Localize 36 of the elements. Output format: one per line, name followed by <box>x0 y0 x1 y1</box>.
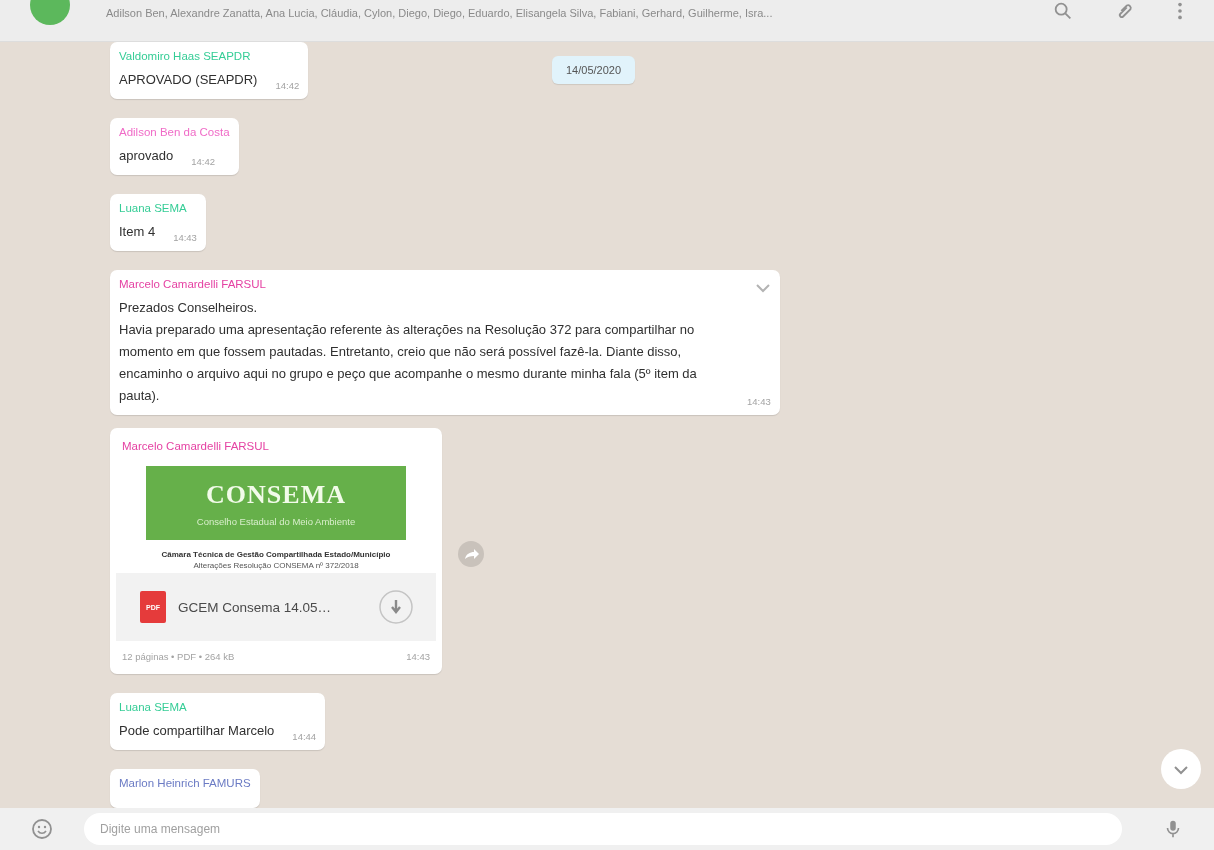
message-input[interactable]: Digite uma mensagem <box>84 813 1122 845</box>
message-time: 14:44 <box>292 731 317 742</box>
sender-name: Luana SEMA <box>119 701 187 713</box>
message-text: Pode compartilhar Marcelo <box>119 722 275 740</box>
message-text: APROVADO (SEAPDR) <box>119 71 258 89</box>
banner-title: CONSEMA <box>206 479 346 510</box>
file-name: GCEM Consema 14.05… <box>178 599 333 615</box>
emoji-icon[interactable] <box>30 817 54 841</box>
chevron-down-icon[interactable] <box>754 282 771 293</box>
date-chip: 14/05/2020 <box>552 56 636 84</box>
message-time: 14:42 <box>191 156 215 167</box>
sender-name: Adilson Ben da Costa <box>119 126 230 138</box>
preview-text: Câmara Técnica de Gestão Compartilhada Estado/Município <box>161 550 391 559</box>
search-icon[interactable] <box>1052 0 1074 22</box>
participants-list: Adilson Ben, Alexandre Zanatta, Ana Lucia, Cláudia, Cylon, Diego, Diego, Eduardo, Elisangela Silva, Fabiani, Gerhard, Guilherme, Isra... <box>106 6 1012 19</box>
sender-name: Marcelo Camardelli FARSUL <box>119 278 266 290</box>
forward-icon[interactable] <box>458 541 484 567</box>
message-time: 14:43 <box>406 651 430 662</box>
message-time: 14:42 <box>275 80 300 91</box>
preview-text: Alterações Resolução CONSEMA nº 372/2018 <box>193 561 359 570</box>
sender-name: Marcelo Camardelli FARSUL <box>121 440 270 452</box>
sender-name: Valdomiro Haas SEAPDR <box>119 50 251 62</box>
menu-icon[interactable] <box>1176 0 1184 22</box>
message-text: Item 4 <box>119 223 156 241</box>
message-time: 14:43 <box>747 396 771 407</box>
message-text: aprovado <box>119 147 174 165</box>
scroll-down-button[interactable] <box>1160 748 1202 790</box>
message-time: 14:43 <box>173 232 197 243</box>
message-text: Prezados Conselheiros. <box>119 299 259 317</box>
file-info: 12 páginas • PDF • 264 kB <box>122 651 235 662</box>
message-text: Havia preparado uma apresentação referente às alterações na Resolução 372 para compartilhar no momento em que fossem pautadas. Entretanto, creio que não será possível fazê-la. Diante disso, encaminho o arquivo aqui no grupo e peço que acompanhe o mesmo durante minha fala (5º item da pauta). <box>119 321 698 405</box>
sender-name: Marlon Heinrich FAMURS <box>119 777 251 789</box>
download-icon[interactable] <box>378 589 414 625</box>
banner-subtitle: Conselho Estadual do Meio Ambiente <box>196 515 356 527</box>
sender-name: Luana SEMA <box>119 202 187 214</box>
document-preview[interactable]: CONSEMA Conselho Estadual do Meio Ambiente Câmara Técnica de Gestão Compartilhada Estado/Município Alterações Resolução CONSEMA nº 372/2018 <box>116 466 436 573</box>
